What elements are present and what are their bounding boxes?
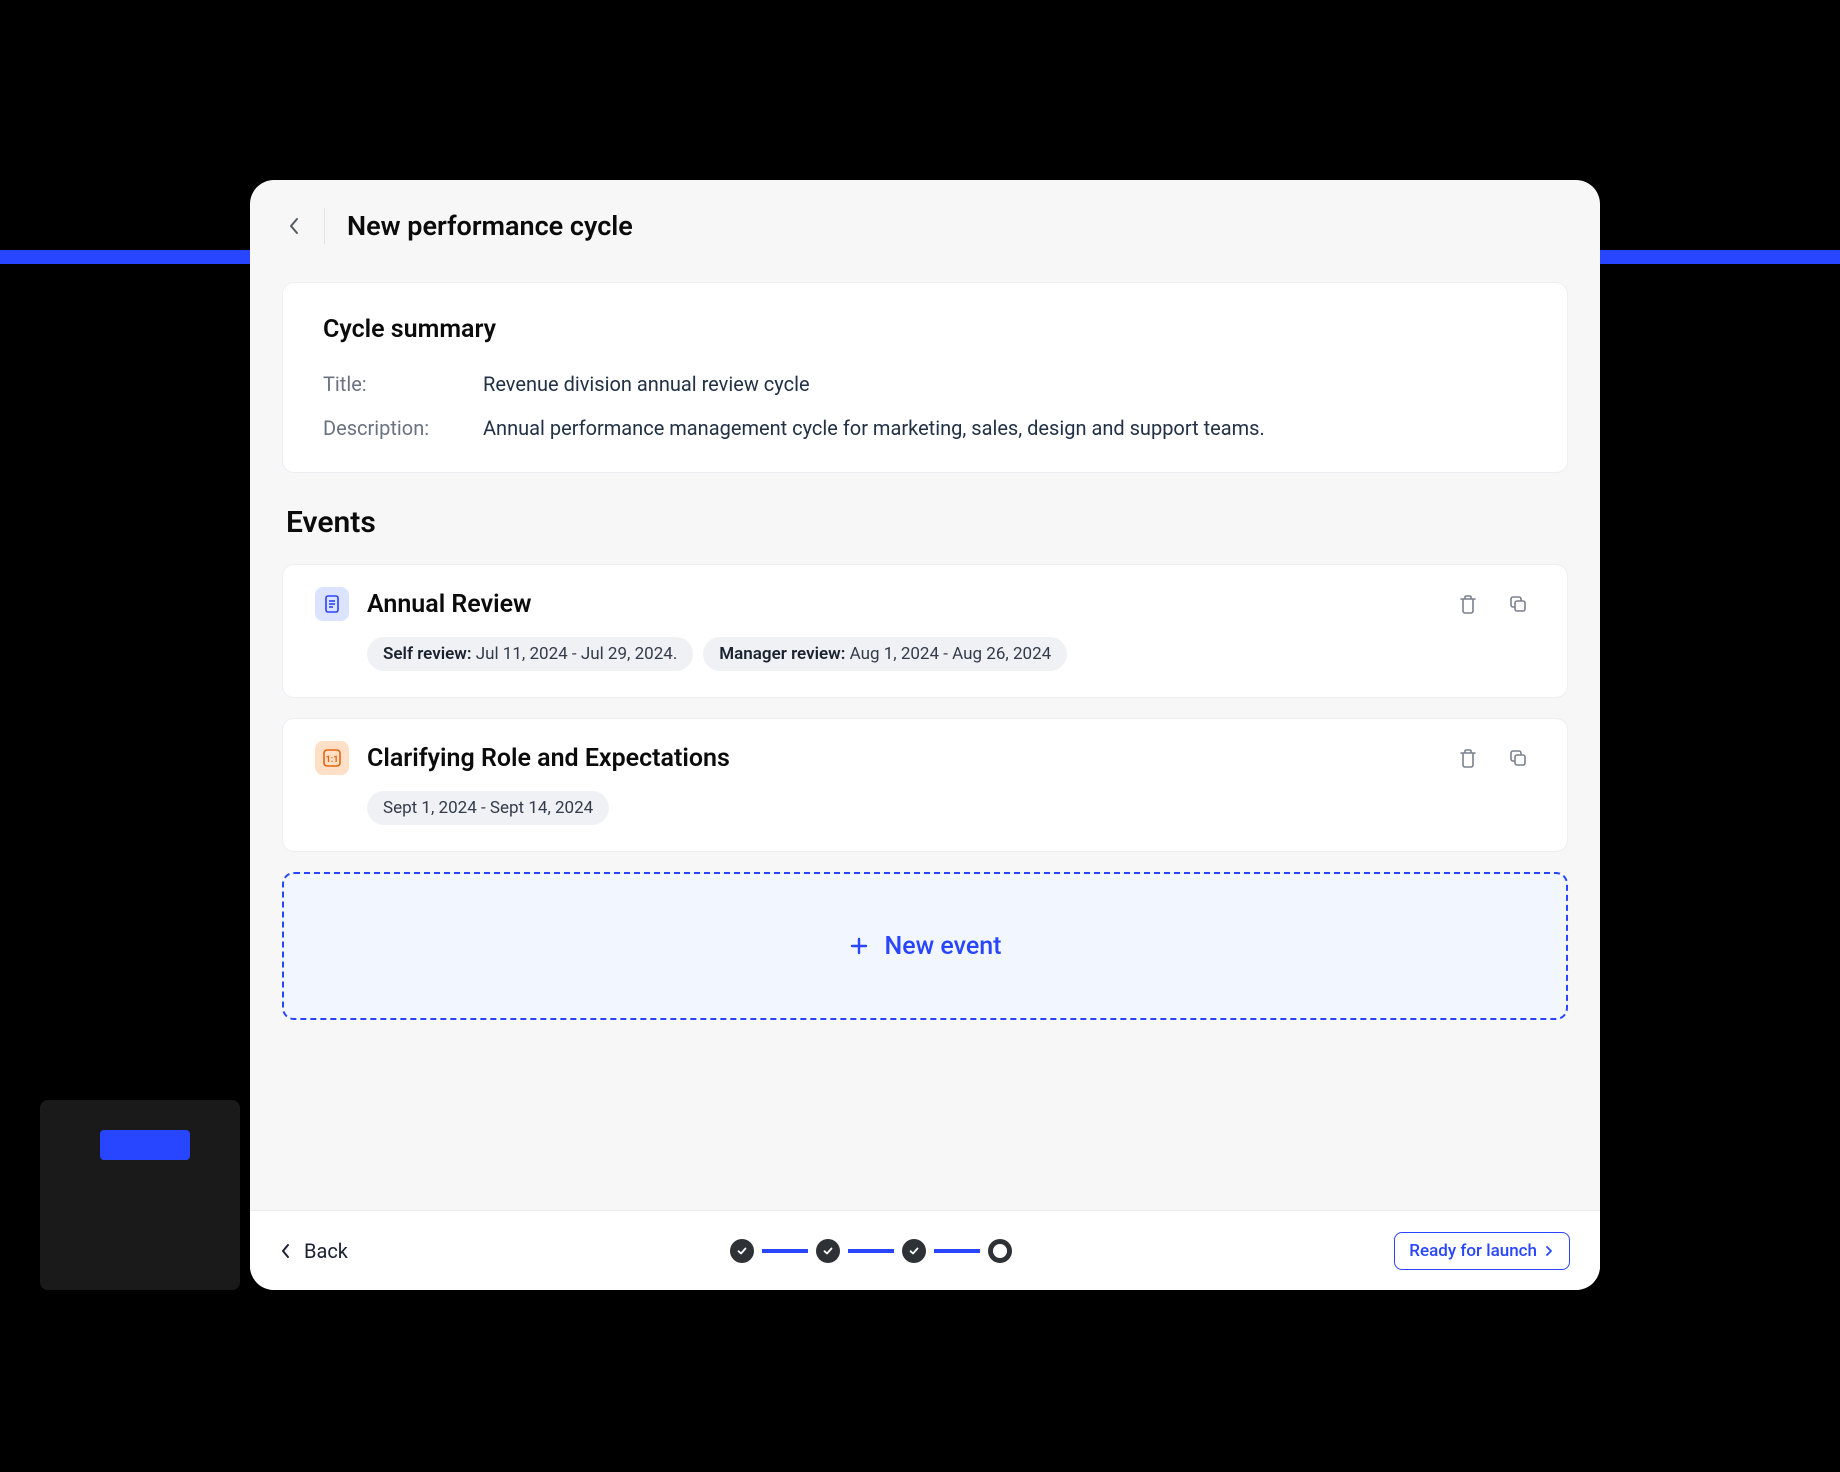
events-heading: Events (286, 505, 1568, 540)
check-icon (908, 1245, 920, 1257)
pill-value: Jul 11, 2024 - Jul 29, 2024. (476, 644, 678, 664)
summary-description-label: Description: (323, 416, 483, 440)
step-3-done (902, 1239, 926, 1263)
check-icon (736, 1245, 748, 1257)
event-head: Annual Review (315, 587, 1535, 621)
summary-description-value: Annual performance management cycle for … (483, 416, 1265, 440)
check-icon (822, 1245, 834, 1257)
one-on-one-icon: 1:1 (315, 741, 349, 775)
modal-body: Cycle summary Title: Revenue division an… (250, 262, 1600, 1210)
chevron-left-icon (280, 1242, 292, 1260)
progress-stepper (730, 1239, 1012, 1263)
modal-title: New performance cycle (347, 210, 633, 242)
footer-back-label: Back (304, 1239, 348, 1263)
new-event-button[interactable]: New event (282, 872, 1568, 1020)
delete-event-button[interactable] (1451, 587, 1485, 621)
event-card-clarifying-role: 1:1 Clarifying Role and Expectations (282, 718, 1568, 852)
pill-value: Sept 1, 2024 - Sept 14, 2024 (383, 798, 593, 818)
pill-label: Self review: (383, 644, 471, 664)
copy-icon (1507, 747, 1529, 769)
event-title: Clarifying Role and Expectations (367, 744, 1433, 773)
cycle-summary-card: Cycle summary Title: Revenue division an… (282, 282, 1568, 473)
background-blob (100, 1130, 190, 1160)
modal-header: New performance cycle (250, 180, 1600, 262)
background-block (40, 1100, 240, 1290)
launch-label: Ready for launch (1409, 1241, 1537, 1261)
event-pill-self-review: Self review: Jul 11, 2024 - Jul 29, 2024… (367, 637, 693, 671)
pill-label: Manager review: (719, 644, 845, 664)
document-icon (315, 587, 349, 621)
copy-icon (1507, 593, 1529, 615)
trash-icon (1457, 593, 1479, 615)
summary-row-title: Title: Revenue division annual review cy… (323, 372, 1527, 396)
new-event-label: New event (884, 932, 1001, 961)
modal-footer: Back Ready for (250, 1210, 1600, 1290)
summary-row-description: Description: Annual performance manageme… (323, 416, 1527, 440)
trash-icon (1457, 747, 1479, 769)
event-pill-manager-review: Manager review: Aug 1, 2024 - Aug 26, 20… (703, 637, 1067, 671)
event-pills: Self review: Jul 11, 2024 - Jul 29, 2024… (367, 637, 1535, 671)
summary-title-label: Title: (323, 372, 483, 396)
step-connector (762, 1249, 808, 1253)
pill-value: Aug 1, 2024 - Aug 26, 2024 (850, 644, 1052, 664)
step-2-done (816, 1239, 840, 1263)
event-actions (1451, 741, 1535, 775)
chevron-left-icon (286, 214, 302, 238)
duplicate-event-button[interactable] (1501, 587, 1535, 621)
event-pill-date-range: Sept 1, 2024 - Sept 14, 2024 (367, 791, 609, 825)
chevron-right-icon (1543, 1245, 1555, 1257)
delete-event-button[interactable] (1451, 741, 1485, 775)
ready-for-launch-button[interactable]: Ready for launch (1394, 1232, 1570, 1270)
event-head: 1:1 Clarifying Role and Expectations (315, 741, 1535, 775)
plus-icon (848, 935, 870, 957)
header-back-button[interactable] (286, 208, 325, 244)
summary-title-value: Revenue division annual review cycle (483, 372, 810, 396)
step-1-done (730, 1239, 754, 1263)
event-card-annual-review: Annual Review (282, 564, 1568, 698)
step-4-current (988, 1239, 1012, 1263)
event-title: Annual Review (367, 590, 1433, 619)
footer-back-button[interactable]: Back (280, 1239, 348, 1263)
step-connector (934, 1249, 980, 1253)
step-connector (848, 1249, 894, 1253)
cycle-summary-heading: Cycle summary (323, 315, 1527, 344)
duplicate-event-button[interactable] (1501, 741, 1535, 775)
performance-cycle-modal: New performance cycle Cycle summary Titl… (250, 180, 1600, 1290)
event-pills: Sept 1, 2024 - Sept 14, 2024 (367, 791, 1535, 825)
event-actions (1451, 587, 1535, 621)
svg-text:1:1: 1:1 (326, 755, 339, 765)
